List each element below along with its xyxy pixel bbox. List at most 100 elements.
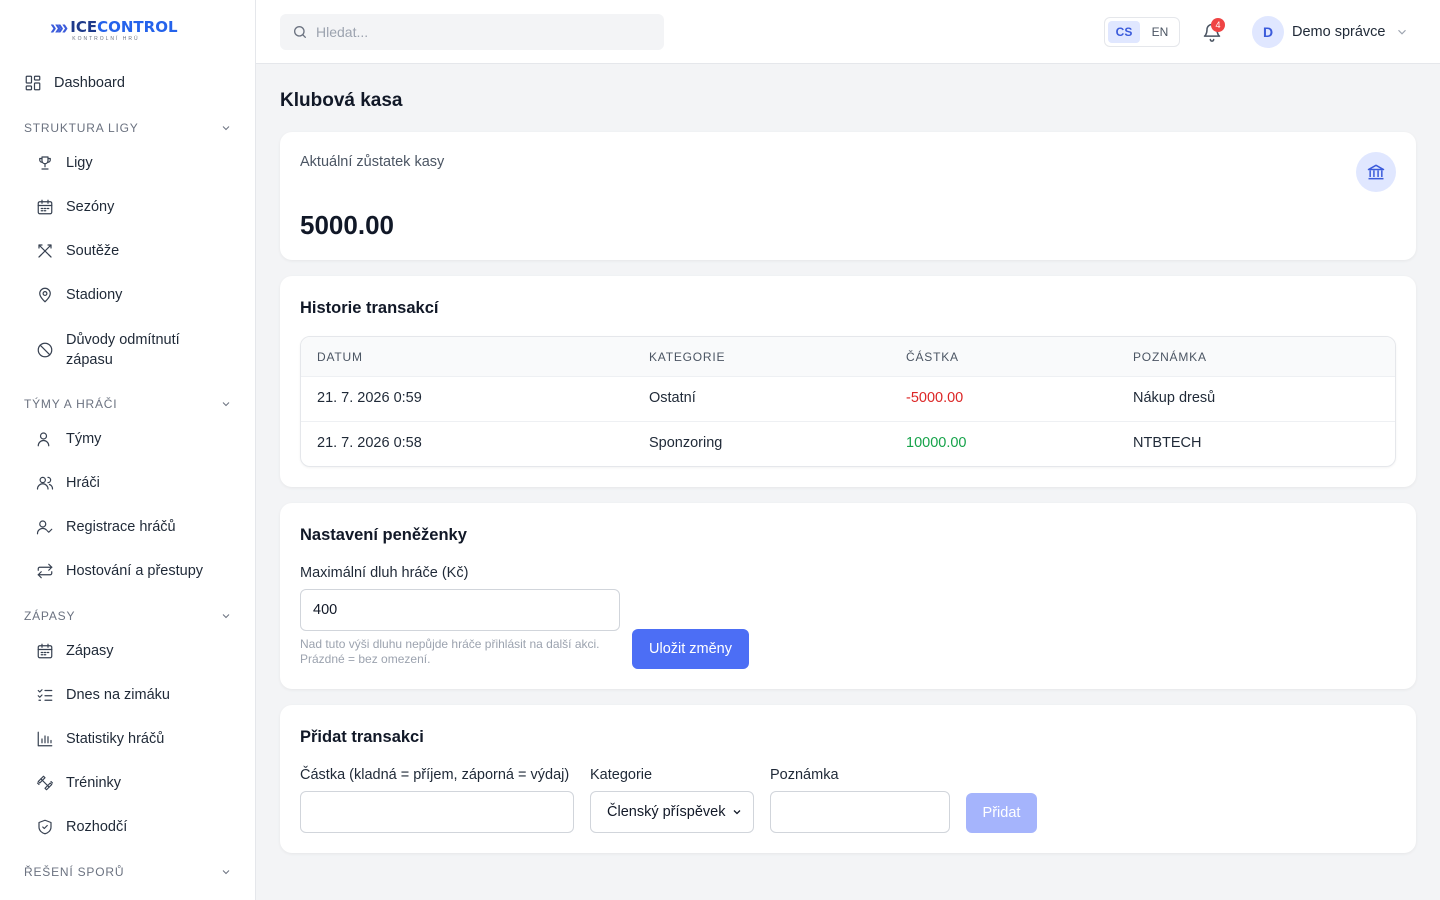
sidebar-section-reseni-sporu[interactable]: ŘEŠENÍ SPORŮ	[24, 865, 232, 879]
page-title: Klubová kasa	[280, 90, 403, 111]
add-transaction-button[interactable]: Přidat	[966, 793, 1037, 833]
map-pin-icon	[36, 286, 54, 304]
avatar: D	[1252, 16, 1284, 48]
note-input[interactable]	[770, 791, 950, 833]
sidebar-item-label: Dnes na zimáku	[66, 687, 170, 703]
sidebar-item-ligy[interactable]: Ligy	[36, 154, 93, 172]
sidebar-item-label: Statistiky hráčů	[66, 731, 165, 747]
sidebar-item-label: Stadiony	[66, 287, 123, 303]
shield-check-icon	[36, 818, 54, 836]
add-transaction-title: Přidat transakci	[300, 728, 424, 746]
chevron-down-icon	[1398, 29, 1407, 35]
sidebar-item-dashboard[interactable]: Dashboard	[24, 74, 125, 92]
column-header-castka[interactable]: ČÁSTKA	[906, 350, 959, 364]
table-row[interactable]: 21. 7. 2026 0:58 Sponzoring 10000.00 NTB…	[301, 422, 1395, 466]
cell-amount: 10000.00	[906, 435, 967, 451]
sidebar-item-registrace-hracu[interactable]: Registrace hráčů	[36, 518, 176, 536]
transfer-arrows-icon	[36, 562, 54, 580]
section-title: STRUKTURA LIGY	[24, 121, 139, 135]
chevron-down-icon	[733, 810, 741, 815]
user-check-icon	[36, 518, 54, 536]
logo-subtitle: KONTROLNÍ HRÚ	[72, 36, 140, 42]
sidebar-item-rozhodci[interactable]: Rozhodčí	[36, 818, 127, 836]
sidebar-item-sezony[interactable]: Sezóny	[36, 198, 114, 216]
column-header-poznamka[interactable]: POZNÁMKA	[1133, 350, 1207, 364]
add-transaction-card: Přidat transakci Částka (kladná = příjem…	[280, 705, 1416, 853]
sidebar-item-label: Ligy	[66, 155, 93, 171]
lang-cs-button[interactable]: CS	[1108, 21, 1140, 43]
section-title: ZÁPASY	[24, 609, 76, 623]
user-menu[interactable]: D Demo správce	[1252, 16, 1409, 48]
sidebar-item-souteze[interactable]: Soutěže	[36, 242, 119, 260]
bank-icon	[1356, 152, 1396, 192]
category-selected-value: Členský příspěvek	[607, 804, 726, 820]
sidebar-item-label: Hráči	[66, 475, 100, 491]
users-icon	[36, 474, 54, 492]
sidebar-item-statistiky-hracu[interactable]: Statistiky hráčů	[36, 730, 164, 748]
sidebar-item-label: Důvody odmítnutí zápasu	[66, 332, 180, 368]
table-row[interactable]: 21. 7. 2026 0:59 Ostatní -5000.00 Nákup …	[301, 377, 1395, 422]
sidebar-section-struktura-ligy[interactable]: STRUKTURA LIGY	[24, 121, 232, 135]
column-header-kategorie[interactable]: KATEGORIE	[649, 350, 725, 364]
language-switcher: CS EN	[1104, 17, 1180, 47]
max-debt-input[interactable]	[300, 589, 620, 631]
amount-input[interactable]	[300, 791, 574, 833]
sidebar: »» ICECONTROL KONTROLNÍ HRÚ Dashboard ST…	[0, 0, 256, 900]
bar-chart-icon	[36, 730, 54, 748]
transaction-history-card: Historie transakcí DATUM KATEGORIE ČÁSTK…	[280, 276, 1416, 487]
max-debt-help: Nad tuto výši dluhu nepůjde hráče přihlá…	[300, 637, 630, 667]
save-changes-button[interactable]: Uložit změny	[632, 629, 749, 669]
sidebar-item-treninky[interactable]: Tréninky	[36, 774, 121, 792]
sidebar-item-zapasy[interactable]: Zápasy	[36, 642, 114, 660]
section-title: ŘEŠENÍ SPORŮ	[24, 865, 125, 879]
sidebar-section-zapasy[interactable]: ZÁPASY	[24, 609, 232, 623]
calendar-icon	[36, 642, 54, 660]
dashboard-icon	[24, 74, 42, 92]
amount-label: Částka (kladná = příjem, záporná = výdaj…	[300, 767, 570, 783]
search-input[interactable]	[316, 24, 646, 40]
sidebar-item-hostovani-prestupy[interactable]: Hostování a přestupy	[36, 562, 203, 580]
sidebar-section-tymy-a-hraci[interactable]: TÝMY A HRÁČI	[24, 397, 232, 411]
user-name: Demo správce	[1292, 24, 1386, 40]
cell-date: 21. 7. 2026 0:59	[317, 390, 422, 406]
cell-category: Ostatní	[649, 390, 696, 406]
sidebar-item-stadiony[interactable]: Stadiony	[36, 286, 122, 304]
note-label: Poznámka	[770, 767, 839, 783]
chevron-down-icon	[222, 614, 230, 619]
sidebar-item-dnes-na-zimaku[interactable]: Dnes na zimáku	[36, 686, 170, 704]
category-select[interactable]: Členský příspěvek	[590, 791, 754, 833]
sidebar-item-label: Tréninky	[66, 775, 122, 791]
column-header-datum[interactable]: DATUM	[317, 350, 363, 364]
user-icon	[36, 430, 54, 448]
logo-chevrons-icon: »»	[50, 17, 68, 39]
calendar-icon	[36, 198, 54, 216]
chevron-down-icon	[222, 402, 230, 407]
search-box[interactable]	[280, 14, 664, 50]
sidebar-item-label: Dashboard	[54, 75, 125, 91]
max-debt-label: Maximální dluh hráče (Kč)	[300, 565, 469, 581]
list-checks-icon	[36, 686, 54, 704]
search-icon	[294, 26, 306, 38]
wallet-settings-card: Nastavení peněženky Maximální dluh hráče…	[280, 503, 1416, 689]
lang-en-button[interactable]: EN	[1144, 21, 1176, 43]
cell-note: NTBTECH	[1133, 435, 1202, 451]
app-logo[interactable]: »» ICECONTROL KONTROLNÍ HRÚ	[50, 18, 178, 42]
crossed-swords-icon	[36, 242, 54, 260]
sidebar-item-duvody-odmitnuti[interactable]: Důvody odmítnutí zápasu	[36, 330, 206, 370]
sidebar-item-tymy[interactable]: Týmy	[36, 430, 101, 448]
sidebar-item-hraci[interactable]: Hráči	[36, 474, 100, 492]
logo-text-ice: ICE	[70, 18, 98, 36]
cell-amount: -5000.00	[906, 390, 964, 406]
sidebar-item-label: Soutěže	[66, 243, 120, 259]
logo-text-control: CONTROL	[97, 18, 178, 36]
table-header: DATUM KATEGORIE ČÁSTKA POZNÁMKA	[301, 337, 1395, 377]
dumbbell-icon	[36, 774, 54, 792]
sidebar-item-label: Sezóny	[66, 199, 115, 215]
sidebar-item-label: Zápasy	[66, 643, 114, 659]
category-label: Kategorie	[590, 767, 653, 783]
cell-category: Sponzoring	[649, 435, 723, 451]
sidebar-item-label: Hostování a přestupy	[66, 563, 204, 579]
wallet-title: Nastavení peněženky	[300, 526, 467, 544]
transactions-table: DATUM KATEGORIE ČÁSTKA POZNÁMKA 21. 7. 2…	[300, 336, 1396, 467]
help-line: Prázdné = bez omezení.	[300, 652, 431, 666]
